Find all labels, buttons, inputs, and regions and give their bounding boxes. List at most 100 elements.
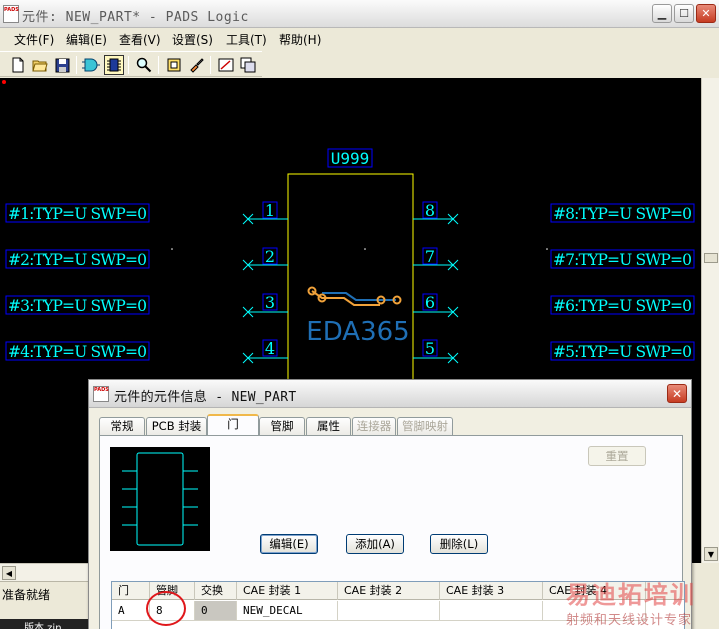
right-pins: 8 7 6 5 [413, 201, 459, 364]
open-button[interactable] [30, 55, 50, 75]
menu-help[interactable]: 帮助(H) [279, 31, 321, 48]
tab-general[interactable]: 常规 [99, 417, 145, 435]
dialog-close-button[interactable]: ✕ [667, 384, 687, 403]
grid-dot [364, 248, 366, 250]
toolbar [0, 51, 262, 77]
toolbar-separator [210, 56, 211, 74]
pin-number: 2 [265, 247, 275, 266]
minimize-icon: ▁ [657, 7, 667, 20]
right-pin-labels: #8:TYP=U SWP=0 #7:TYP=U SWP=0 #6:TYP=U S… [550, 203, 695, 361]
save-button[interactable] [52, 55, 72, 75]
col-gate[interactable]: 门 [112, 582, 150, 600]
pin-attr-label: #4:TYP=U SWP=0 [8, 343, 147, 361]
menu-view[interactable]: 查看(V) [119, 31, 161, 48]
status-bar: 准备就绪 版本 zin [0, 581, 95, 629]
scroll-left-icon[interactable]: ◀ [2, 566, 16, 580]
window-icon [240, 57, 256, 73]
reset-button: 重置 [588, 446, 646, 466]
toolbar-separator [158, 56, 159, 74]
watermark-cn: 易迪拓培训 [566, 581, 696, 609]
properties-icon [167, 58, 181, 72]
tab-gates[interactable]: 门 [207, 414, 259, 435]
pin-number: 5 [425, 339, 435, 358]
chip-button[interactable] [104, 55, 124, 75]
part-ref: U999 [331, 149, 370, 168]
menu-tools[interactable]: 工具(T) [226, 31, 267, 48]
pin-attr-label: #5:TYP=U SWP=0 [553, 343, 692, 361]
dialog-titlebar: PADS 元件的元件信息 - NEW_PART ✕ [89, 380, 691, 408]
new-file-icon [12, 57, 24, 73]
minimize-button[interactable]: ▁ [652, 4, 672, 23]
brush-button[interactable] [186, 55, 206, 75]
close-icon: ✕ [671, 386, 683, 401]
menu-file[interactable]: 文件(F) [14, 31, 54, 48]
properties-button[interactable] [164, 55, 184, 75]
menu-setup[interactable]: 设置(S) [172, 31, 213, 48]
main-titlebar: PADS 元件: NEW_PART* - PADS Logic ▁ ☐ ✕ [0, 0, 719, 28]
save-icon [55, 58, 69, 72]
scroll-thumb[interactable] [704, 253, 718, 263]
eda365-logo: EDA365 [306, 286, 410, 347]
status-text: 准备就绪 [2, 588, 51, 602]
menubar: 文件(F) 编辑(E) 查看(V) 设置(S) 工具(T) 帮助(H) [0, 28, 719, 50]
menu-edit[interactable]: 编辑(E) [66, 31, 107, 48]
pin-number: 1 [265, 201, 275, 220]
cell-cae1[interactable]: NEW_DECAL [237, 601, 338, 621]
left-pins: 1 2 3 4 [242, 201, 288, 364]
zoom-icon [136, 57, 152, 73]
maximize-icon: ☐ [679, 7, 689, 20]
add-button[interactable]: 添加(A) [346, 534, 404, 554]
tab-pins[interactable]: 管脚 [259, 417, 305, 435]
tab-pin-mapping: 管脚映射 [397, 417, 453, 435]
dialog-title: 元件的元件信息 - NEW_PART [114, 390, 297, 405]
pin-number: 6 [425, 293, 435, 312]
col-cae2[interactable]: CAE 封装 2 [338, 582, 440, 600]
pin-attr-label: #7:TYP=U SWP=0 [553, 251, 692, 269]
watermark-text: EDA365 [306, 317, 409, 347]
window-title: 元件: NEW_PART* - PADS Logic [22, 10, 249, 25]
cell-swap[interactable]: 0 [195, 601, 237, 621]
drafting-button[interactable] [216, 55, 236, 75]
cell-cae2[interactable] [338, 601, 440, 621]
pin-attr-label: #6:TYP=U SWP=0 [553, 297, 692, 315]
brush-icon [190, 58, 204, 73]
pin-attr-label: #3:TYP=U SWP=0 [8, 297, 147, 315]
open-folder-icon [32, 60, 48, 72]
pads-app-icon: PADS [3, 5, 19, 23]
maximize-button[interactable]: ☐ [674, 4, 694, 23]
highlight-circle [146, 591, 186, 626]
scroll-down-icon[interactable]: ▼ [704, 547, 718, 561]
toolbar-separator [76, 56, 77, 74]
window-button[interactable] [238, 55, 258, 75]
close-button[interactable]: ✕ [696, 4, 716, 23]
gate-icon [82, 58, 100, 72]
edit-button[interactable]: 编辑(E) [260, 534, 318, 554]
pin-number: 3 [265, 293, 275, 312]
new-file-button[interactable] [8, 55, 28, 75]
origin-marker [2, 80, 6, 84]
drafting-icon [218, 58, 234, 72]
version-text: 版本 zin [0, 619, 95, 629]
col-cae3[interactable]: CAE 封装 3 [440, 582, 543, 600]
left-pin-labels: #1:TYP=U SWP=0 #2:TYP=U SWP=0 #3:TYP=U S… [5, 203, 150, 361]
pin-number: 8 [425, 201, 435, 220]
cell-gate[interactable]: A [112, 601, 150, 621]
horizontal-scrollbar[interactable]: ◀ [0, 563, 95, 581]
pin-number: 7 [425, 247, 435, 266]
chip-icon [107, 58, 121, 72]
gate-button[interactable] [81, 55, 101, 75]
pads-dialog-icon: PADS [93, 386, 109, 402]
pin-number: 4 [265, 339, 275, 358]
cell-cae3[interactable] [440, 601, 543, 621]
watermark-en: 射频和天线设计专家 [566, 613, 693, 628]
zoom-button[interactable] [134, 55, 154, 75]
tab-attributes[interactable]: 属性 [306, 417, 351, 435]
tab-pcb-decal[interactable]: PCB 封装 [146, 417, 207, 435]
col-swap[interactable]: 交换 [195, 582, 237, 600]
delete-button[interactable]: 删除(L) [430, 534, 488, 554]
col-cae1[interactable]: CAE 封装 1 [237, 582, 338, 600]
vertical-scrollbar[interactable]: ▼ [701, 78, 719, 563]
close-icon: ✕ [701, 7, 711, 20]
grid-dot [546, 248, 548, 250]
toolbar-separator [128, 56, 129, 74]
